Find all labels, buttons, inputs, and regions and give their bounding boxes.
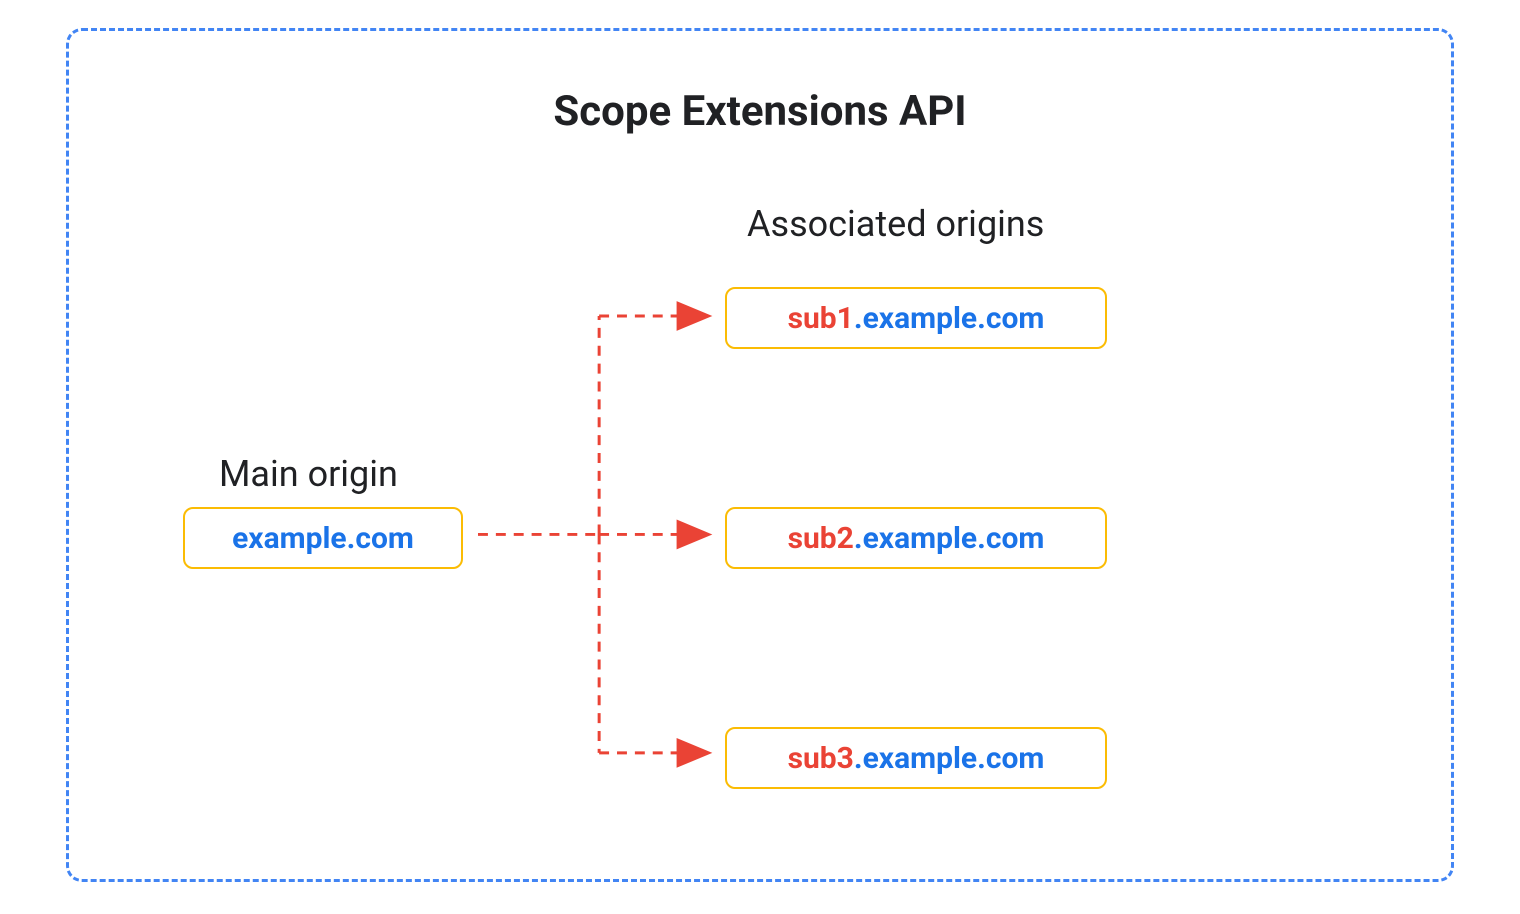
associated-origins-label: Associated origins	[747, 203, 1044, 245]
subdomain-prefix-1: sub1	[788, 301, 854, 336]
subdomain-suffix-3: .example.com	[854, 741, 1044, 776]
main-origin-box: example.com	[183, 507, 463, 569]
associated-origin-box-2: sub2.example.com	[725, 507, 1107, 569]
subdomain-suffix-1: .example.com	[854, 301, 1044, 336]
subdomain-prefix-3: sub3	[788, 741, 854, 776]
main-origin-label: Main origin	[219, 453, 398, 495]
main-origin-domain: example.com	[232, 521, 414, 556]
diagram-title: Scope Extensions API	[109, 87, 1411, 136]
diagram-container: Scope Extensions API Main origin example…	[66, 28, 1454, 882]
associated-origin-box-3: sub3.example.com	[725, 727, 1107, 789]
associated-origin-box-1: sub1.example.com	[725, 287, 1107, 349]
subdomain-prefix-2: sub2	[788, 521, 854, 556]
subdomain-suffix-2: .example.com	[854, 521, 1044, 556]
